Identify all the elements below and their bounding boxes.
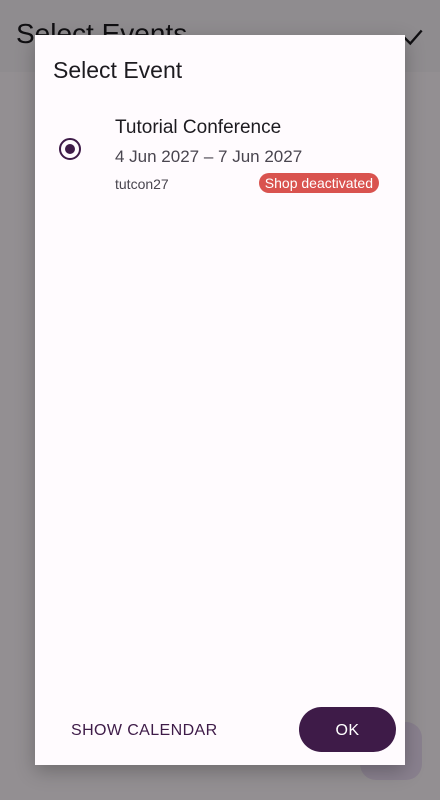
show-calendar-button[interactable]: SHOW CALENDAR [59, 713, 230, 749]
ok-button[interactable]: OK [299, 707, 396, 752]
event-name: Tutorial Conference [115, 117, 282, 138]
event-list-item[interactable]: Tutorial Conference 4 Jun 2027 – 7 Jun 2… [35, 105, 405, 201]
select-event-dialog: Select Event Tutorial Conference 4 Jun 2… [35, 35, 405, 765]
status-badge: Shop deactivated [258, 173, 379, 193]
dialog-title: Select Event [53, 57, 183, 83]
event-slug: tutcon27 [115, 176, 169, 192]
event-dates: 4 Jun 2027 – 7 Jun 2027 [115, 147, 303, 166]
radio-selected-dot [65, 144, 75, 154]
event-radio-button[interactable] [59, 138, 81, 160]
